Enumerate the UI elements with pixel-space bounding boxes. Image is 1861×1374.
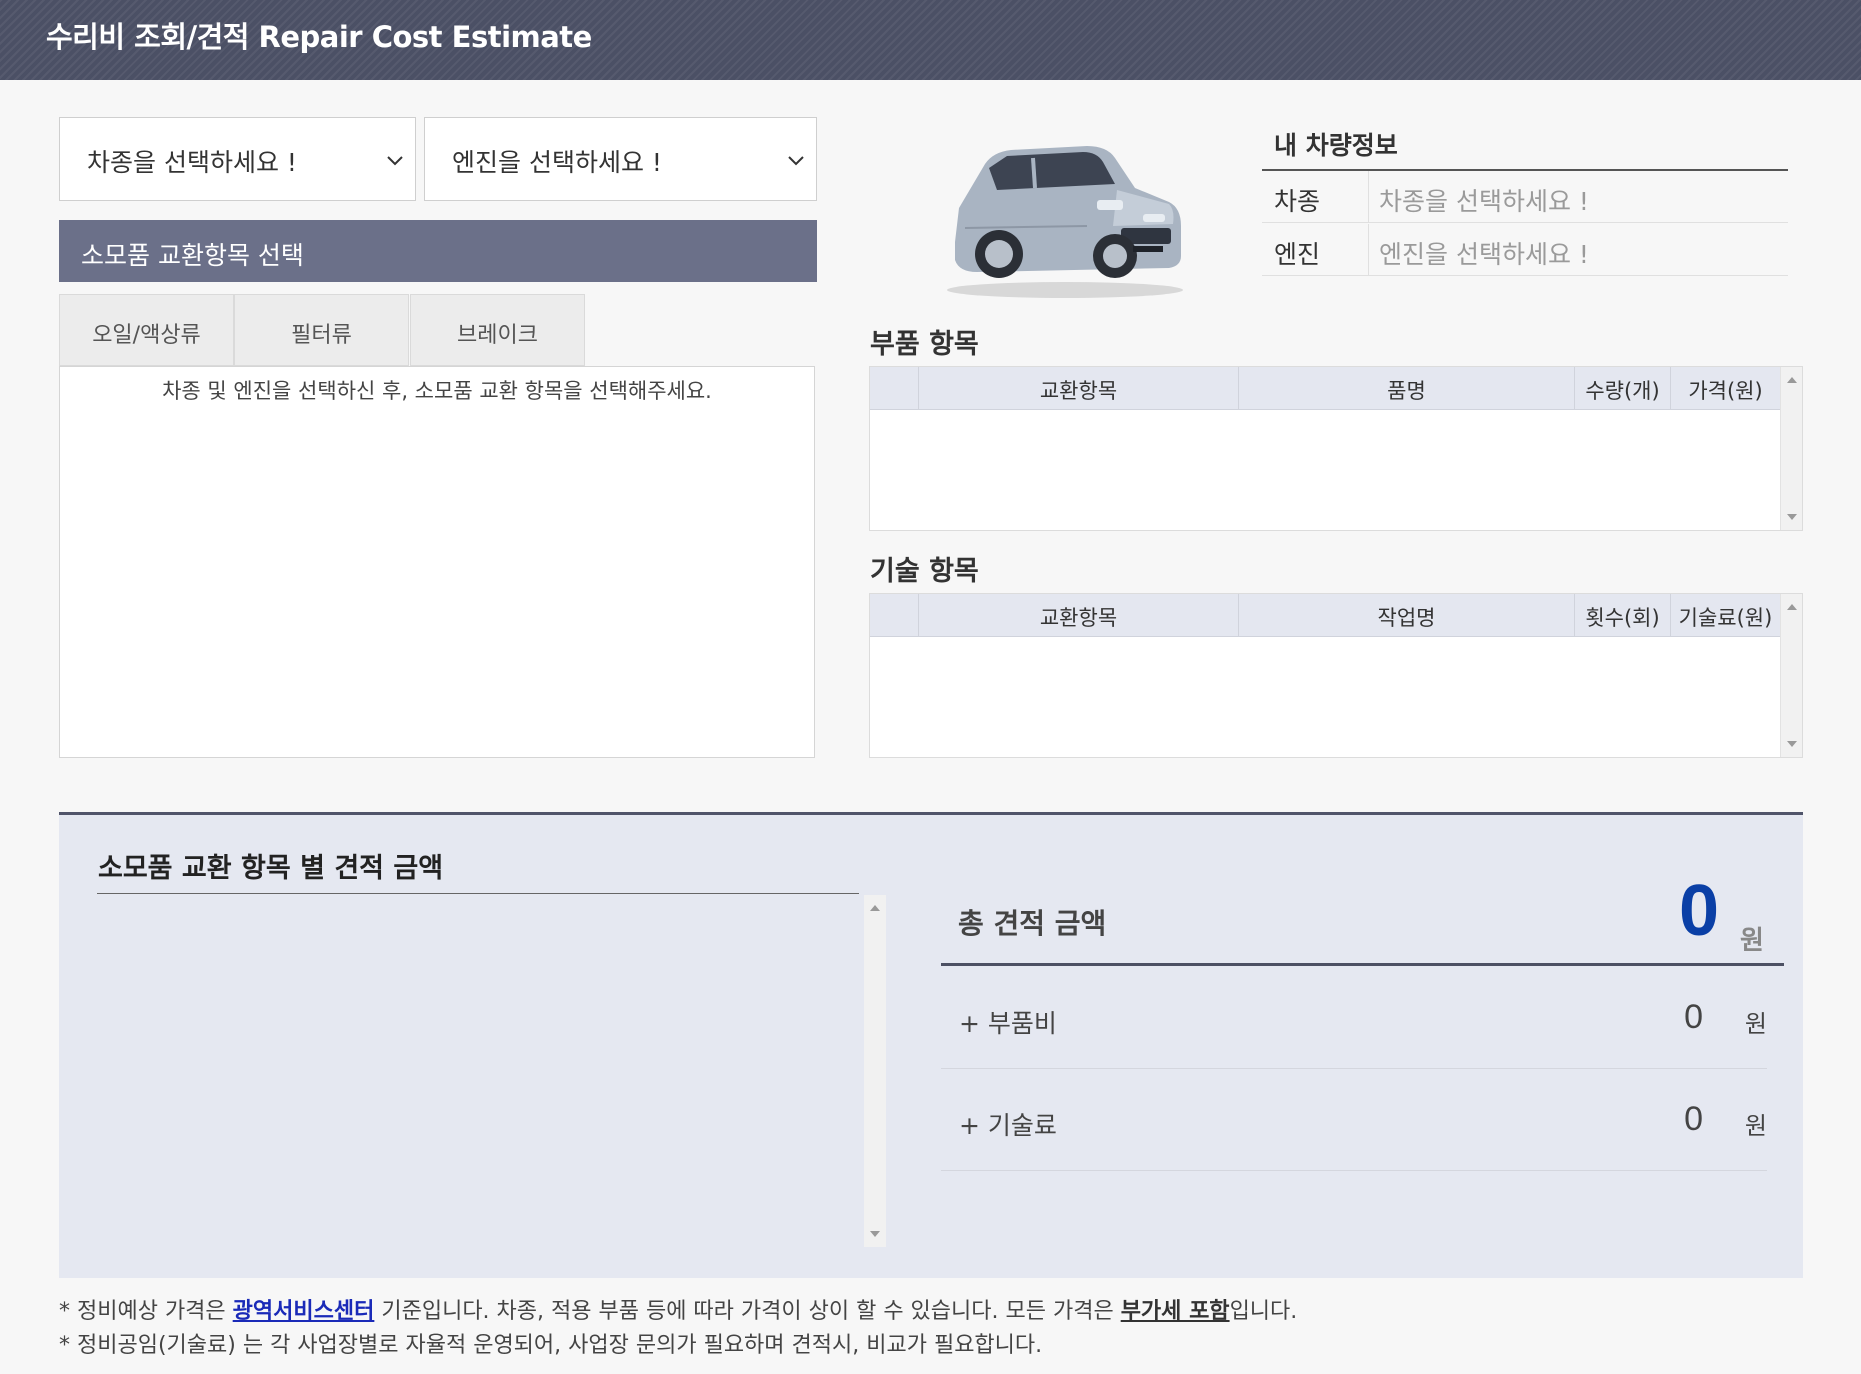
column-header-item[interactable]: 교환항목 [918,367,1238,410]
column-header-part-name[interactable]: 품명 [1238,367,1574,410]
scroll-down-icon[interactable] [870,1231,880,1237]
column-header-item[interactable]: 교환항목 [918,594,1238,637]
tab-label: 필터류 [291,323,352,348]
consumables-section-header: 소모품 교환항목 선택 [59,220,817,282]
scroll-down-icon[interactable] [1787,514,1797,520]
engine-select-value: 엔진을 선택하세요 ! [452,148,662,177]
table-header: 교환항목 품명 수량(개) 가격(원) [870,367,1780,410]
vehicle-info-row-model: 차종 차종을 선택하세요 ! [1262,171,1788,223]
scroll-up-icon[interactable] [1787,604,1797,610]
engine-select[interactable]: 엔진을 선택하세요 ! [424,117,817,201]
tab-filters[interactable]: 필터류 [234,294,409,366]
column-header-checkbox[interactable] [870,367,918,410]
column-header-label: 교환항목 [1039,379,1118,403]
column-header-job-name[interactable]: 작업명 [1238,594,1574,637]
cost-row-parts: + 부품비 0 원 [941,968,1767,1069]
page-title: 수리비 조회/견적 Repair Cost Estimate [46,20,592,54]
scrollbar[interactable] [864,895,886,1247]
vehicle-info-label: 차종 [1274,187,1321,216]
cost-value: 0 [1684,1100,1703,1138]
scroll-up-icon[interactable] [870,905,880,911]
estimate-list-divider [97,893,859,894]
column-header-label: 수량(개) [1585,379,1660,403]
consumables-section-title: 소모품 교환항목 선택 [81,241,304,270]
column-header-quantity[interactable]: 수량(개) [1574,367,1670,410]
column-header-label: 기술료(원) [1678,606,1773,630]
cell-divider [1368,224,1369,276]
column-header-count[interactable]: 횟수(회) [1574,594,1670,637]
cost-label: + 기술료 [959,1111,1057,1140]
tab-label: 오일/액상류 [92,323,201,348]
service-center-link[interactable]: 광역서비스센터 [233,1299,375,1324]
chevron-down-icon [788,156,804,166]
model-select[interactable]: 차종을 선택하세요 ! [59,117,416,201]
table-header: 교환항목 작업명 횟수(회) 기술료(원) [870,594,1780,637]
cost-unit: 원 [1744,1112,1767,1140]
cost-label: + 부품비 [959,1009,1057,1038]
column-header-price[interactable]: 가격(원) [1670,367,1780,410]
vehicle-info-row-engine: 엔진 엔진을 선택하세요 ! [1262,224,1788,276]
column-header-label: 교환항목 [1039,606,1118,630]
cost-unit: 원 [1744,1010,1767,1038]
column-header-label: 작업명 [1377,606,1436,630]
labor-table: 교환항목 작업명 횟수(회) 기술료(원) [869,593,1803,758]
scrollbar[interactable] [1780,367,1802,530]
cell-divider [1368,171,1369,223]
estimate-list-title: 소모품 교환 항목 별 견적 금액 [98,853,444,884]
tab-oil-fluids[interactable]: 오일/액상류 [59,294,234,366]
total-divider [941,963,1784,966]
vat-included-text: 부가세 포함 [1120,1299,1230,1324]
scrollbar[interactable] [1780,594,1802,757]
parts-table: 교환항목 품명 수량(개) 가격(원) [869,366,1803,531]
consumables-instruction: 차종 및 엔진을 선택하신 후, 소모품 교환 항목을 선택해주세요. [162,379,712,403]
note-labor: * 정비공임(기술료) 는 각 사업장별로 자율적 운영되어, 사업장 문의가 … [59,1333,1043,1358]
vehicle-info-title: 내 차량정보 [1274,131,1398,160]
column-header-label: 품명 [1387,379,1426,403]
chevron-down-icon [387,156,403,166]
page-header: 수리비 조회/견적 Repair Cost Estimate [0,0,1861,80]
scroll-up-icon[interactable] [1787,377,1797,383]
total-estimate-unit: 원 [1740,926,1764,956]
cost-value: 0 [1684,998,1703,1036]
car-image [947,146,1183,298]
consumables-list-panel: 차종 및 엔진을 선택하신 후, 소모품 교환 항목을 선택해주세요. [59,366,815,758]
model-select-value: 차종을 선택하세요 ! [87,148,297,177]
tab-label: 브레이크 [457,323,538,348]
column-header-label: 가격(원) [1688,379,1763,403]
parts-section-title: 부품 항목 [870,329,979,360]
labor-section-title: 기술 항목 [870,556,979,587]
vehicle-info-label: 엔진 [1274,240,1321,269]
column-header-label: 횟수(회) [1585,606,1660,630]
tab-brakes[interactable]: 브레이크 [410,294,585,366]
column-header-labor-fee[interactable]: 기술료(원) [1670,594,1780,637]
total-estimate-value: 0 [1678,871,1719,951]
note-pricing: * 정비예상 가격은 광역서비스센터 기준입니다. 차종, 적용 부품 등에 따… [59,1299,1298,1324]
vehicle-info-value: 엔진을 선택하세요 ! [1379,240,1589,269]
vehicle-info-value: 차종을 선택하세요 ! [1379,187,1589,216]
cost-row-labor: + 기술료 0 원 [941,1070,1767,1171]
scroll-down-icon[interactable] [1787,741,1797,747]
total-estimate-label: 총 견적 금액 [958,907,1107,940]
column-header-checkbox[interactable] [870,594,918,637]
